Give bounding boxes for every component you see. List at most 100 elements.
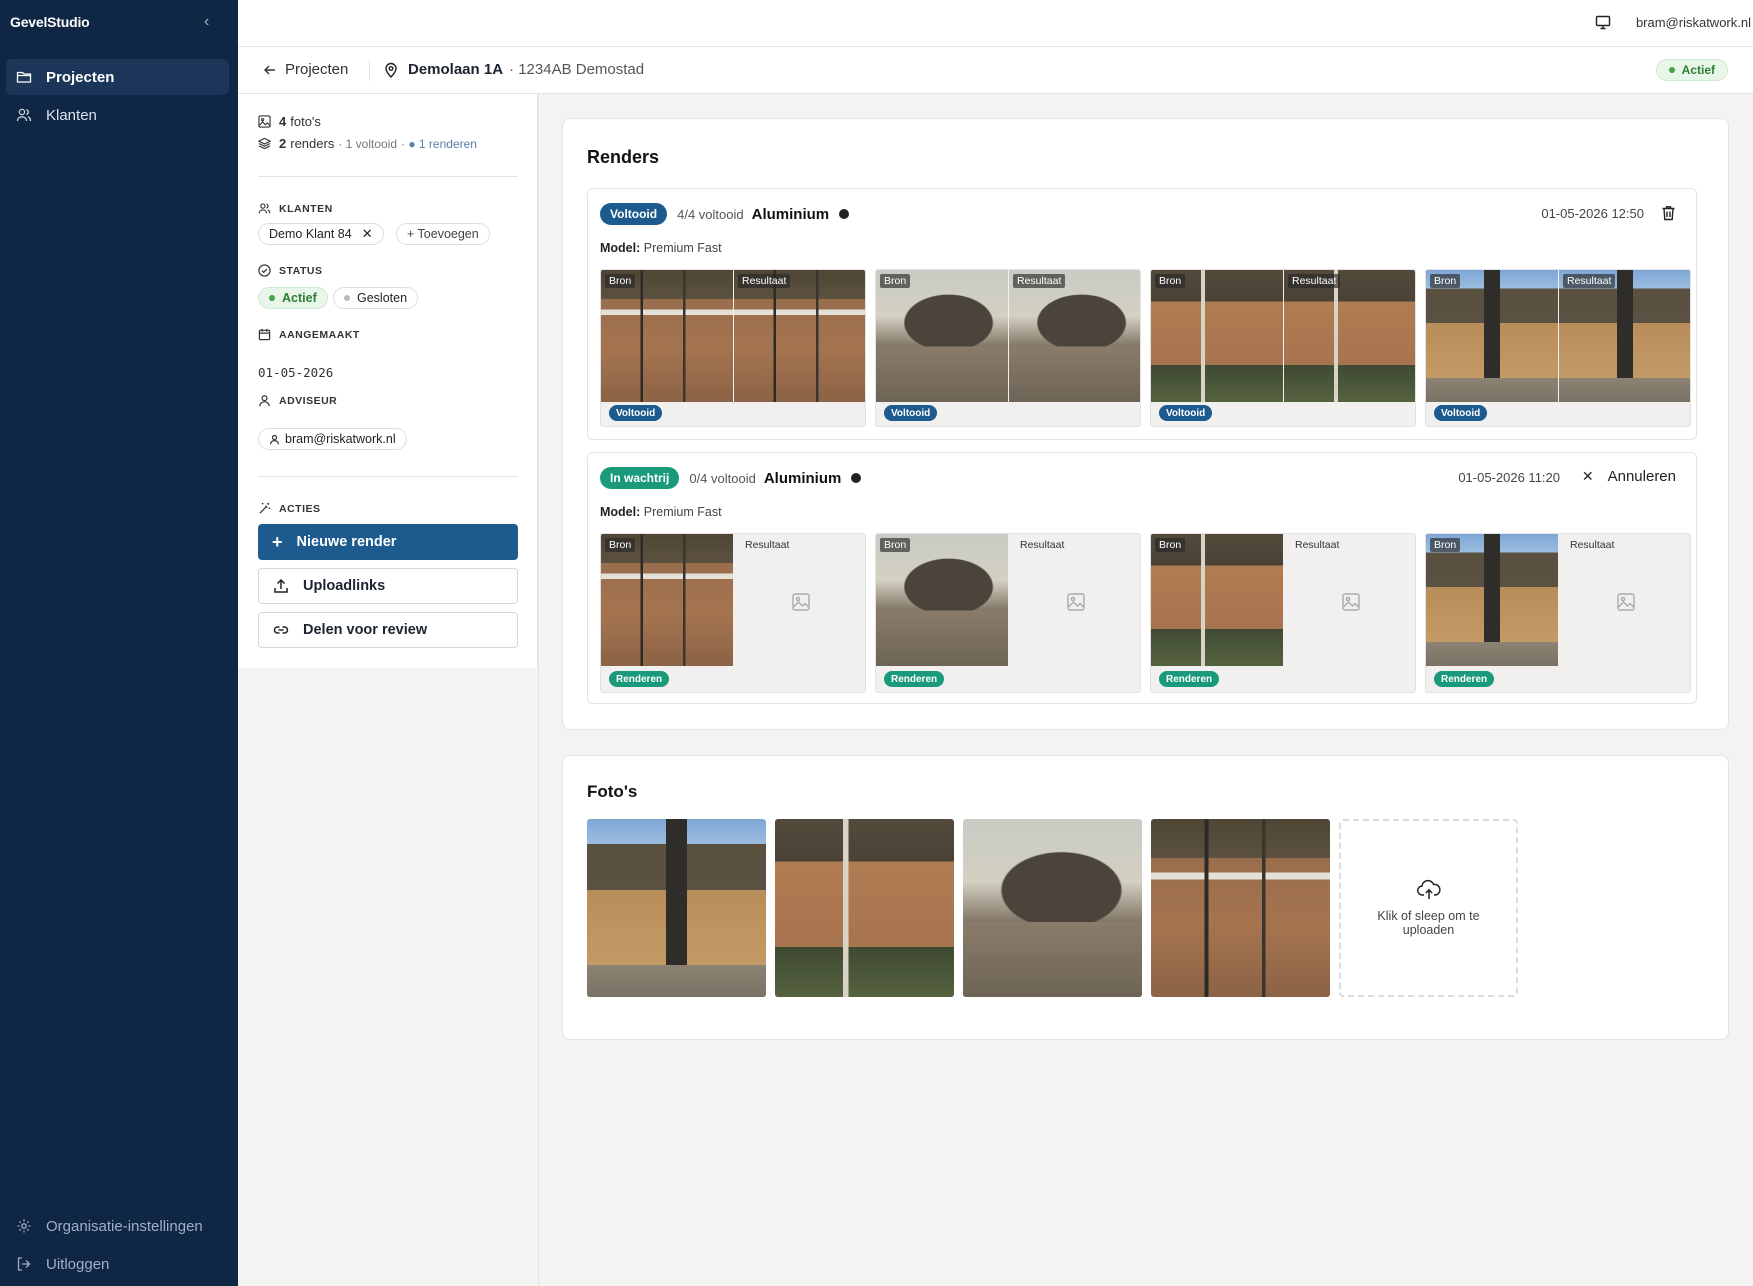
render-tile[interactable]: Bron Resultaat Voltooid [875,269,1141,427]
material-color-swatch [839,209,850,219]
photos-count: 4 [279,114,287,129]
status-actief-toggle[interactable]: Actief [258,287,328,309]
user-icon [259,395,270,407]
status-label: STATUS [258,264,322,277]
folder-icon [16,69,32,85]
source-tag: Bron [1155,274,1186,288]
adviseur-chip[interactable]: bram@riskatwork.nl [258,428,407,450]
upload-icon [274,578,288,593]
sidebar-item-klanten[interactable]: Klanten [6,97,229,133]
render-date: 01-05-2026 11:20 [1458,470,1560,485]
photo-thumbnail[interactable] [963,819,1142,997]
share-review-button[interactable]: Delen voor review [258,612,518,648]
renders-busy: · ● 1 renderen [401,136,477,151]
result-image[interactable]: Resultaat [1009,270,1140,402]
render-block-voltooid: Voltooid 4/4 voltooid Aluminium 01-05-20… [587,188,1697,440]
result-tag: Resultaat [1020,539,1065,551]
cancel-render-button[interactable]: ✕ Annuleren [1582,468,1676,485]
status-gesloten-toggle[interactable]: Gesloten [333,287,419,309]
user-icon [269,434,280,444]
monitor-icon[interactable] [1595,14,1611,30]
uploadlinks-label: Uploadlinks [303,578,386,594]
photo-grid: Klik of sleep om te uploaden [587,819,1518,997]
source-image[interactable]: Bron [1151,270,1283,402]
renders-done: · 1 voltooid [338,136,398,151]
render-tile[interactable]: Bron Resultaat Renderen [1150,533,1416,693]
model-label: Model: [600,505,641,519]
render-model: Model: Premium Fast [600,505,722,519]
tile-status-badge: Voltooid [884,405,938,421]
render-status-badge: Voltooid [600,203,668,225]
new-render-button[interactable]: + Nieuwe render [258,524,518,560]
result-image[interactable]: Resultaat [734,270,865,402]
source-image[interactable]: Bron [601,270,733,402]
add-klant-button[interactable]: + Toevoegen [396,223,490,245]
result-tag: Resultaat [1295,539,1340,551]
renders-summary: 2 renders · 1 voltooid · ● 1 renderen [258,136,477,151]
status-actief-label: Actief [282,291,317,305]
status-gesloten-label: Gesloten [357,291,408,305]
adviseur-value: bram@riskatwork.nl [285,432,396,446]
source-image[interactable]: Bron [1151,534,1283,666]
status-badge-label: Actief [1681,63,1715,77]
source-image[interactable]: Bron [601,534,733,666]
share-review-label: Delen voor review [303,622,428,638]
renders-card: Renders Voltooid 4/4 voltooid Aluminium … [562,118,1729,730]
users-icon [258,203,271,214]
trash-icon[interactable] [1661,205,1676,221]
tile-status-badge: Renderen [609,671,670,687]
user-email[interactable]: bram@riskatwork.nl [1636,15,1751,30]
render-tile[interactable]: Bron Resultaat Voltooid [1425,269,1691,427]
sidebar-item-uitloggen[interactable]: Uitloggen [6,1246,229,1282]
render-tile[interactable]: Bron Resultaat Renderen [600,533,866,693]
arrow-left-icon [264,65,275,74]
logout-icon [16,1256,32,1272]
model-value: Premium Fast [643,505,722,519]
aangemaakt-label: AANGEMAAKT [258,328,360,341]
back-to-projecten-link[interactable]: Projecten [263,61,348,78]
render-tiles: Bron Resultaat Renderen Bron Resultaat R… [600,533,1691,693]
photo-thumbnail[interactable] [775,819,954,997]
sidebar-item-label: Organisatie-instellingen [46,1217,203,1235]
remove-klant-icon[interactable]: ✕ [362,226,373,242]
status-badge: Actief [1655,59,1728,81]
render-material: Aluminium [763,469,842,487]
close-icon: ✕ [1581,468,1594,484]
render-tile[interactable]: Bron Resultaat Renderen [875,533,1141,693]
result-tag: Resultaat [1013,274,1066,288]
result-image[interactable]: Resultaat [1559,270,1690,402]
sidebar-item-label: Klanten [46,106,97,124]
source-tag: Bron [1155,538,1186,552]
cloud-upload-icon [1416,879,1441,899]
topbar: bram@riskatwork.nl [238,0,1753,47]
add-klant-label: + Toevoegen [407,227,479,241]
photo-thumbnail[interactable] [587,819,766,997]
layers-icon [258,137,271,150]
uploadlinks-button[interactable]: Uploadlinks [258,568,518,604]
photos-title: Foto's [587,782,638,801]
sidebar-item-projecten[interactable]: Projecten [6,59,229,95]
sidebar-item-label: Uitloggen [46,1255,110,1273]
source-image[interactable]: Bron [876,534,1008,666]
collapse-sidebar-icon[interactable]: ‹ [204,13,209,31]
render-tile[interactable]: Bron Resultaat Voltooid [1150,269,1416,427]
result-image[interactable]: Resultaat [1284,270,1415,402]
source-image[interactable]: Bron [1426,534,1558,666]
source-image[interactable]: Bron [876,270,1008,402]
source-image[interactable]: Bron [1426,270,1558,402]
source-tag: Bron [605,274,636,288]
model-value: Premium Fast [643,241,722,255]
image-placeholder-icon [1067,593,1085,611]
render-tiles: Bron Resultaat Voltooid Bron Resultaat V… [600,269,1691,427]
photo-upload-dropzone[interactable]: Klik of sleep om te uploaden [1339,819,1518,997]
klant-chip[interactable]: Demo Klant 84 ✕ [258,223,384,245]
brand-logo: GevelStudio [10,14,90,30]
sidebar-item-organisatie-instellingen[interactable]: Organisatie-instellingen [6,1208,229,1244]
new-render-label: Nieuwe render [296,534,397,550]
renders-count: 2 [279,136,287,151]
photo-thumbnail[interactable] [1151,819,1330,997]
source-tag: Bron [1430,538,1461,552]
render-tile[interactable]: Bron Resultaat Renderen [1425,533,1691,693]
renders-label: renders [290,136,335,151]
render-tile[interactable]: Bron Resultaat Voltooid [600,269,866,427]
